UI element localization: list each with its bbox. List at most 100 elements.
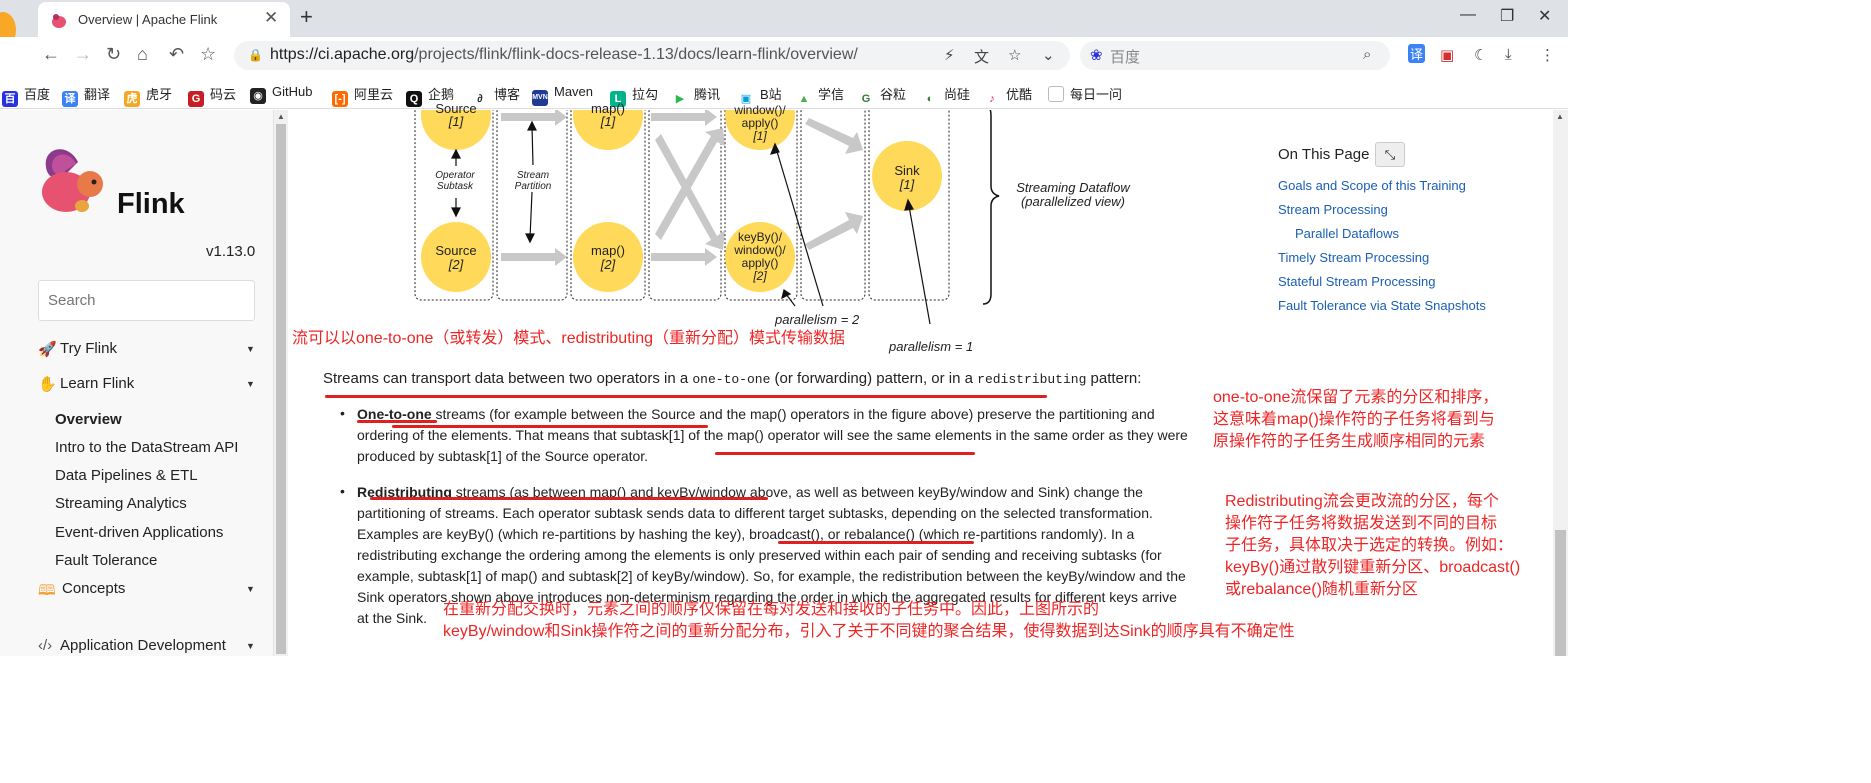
caret-down-icon[interactable]: ▼ [246,344,255,354]
bookmark-tencent[interactable]: ▶ 腾讯 [672,84,720,107]
sidebar-scrollbar[interactable]: ▲ [274,110,288,656]
node-label-map-1: map() [1] [591,101,625,129]
parallelism-2-label: parallelism = 2 [775,312,860,327]
translate-ext-icon[interactable]: 译 [1408,44,1426,63]
forward-icon[interactable]: → [74,44,92,65]
underline-one-to-one-b [392,425,708,428]
toc-link-timely[interactable]: Timely Stream Processing [1278,250,1429,265]
sidebar-item-try-flink[interactable]: 🚀 Try Flink [38,340,117,358]
scroll-up-icon[interactable]: ▲ [1556,112,1564,121]
intro-paragraph: Streams can transport data between two o… [323,370,1142,387]
caret-down-icon[interactable]: ▼ [246,584,255,594]
bookmark-aliyun[interactable]: [-] 阿里云 [332,84,393,107]
bookmark-huya[interactable]: 虎虎牙 [124,84,172,107]
underline-intro [325,395,1047,398]
star-icon[interactable]: ☆ [200,44,216,65]
bookmark-gitee[interactable]: G 码云 [188,84,236,107]
toc-link-stateful[interactable]: Stateful Stream Processing [1278,274,1436,289]
sidebar-item-event-driven[interactable]: Event-driven Applications [55,524,223,541]
search-icon[interactable]: ⌕ [1363,46,1371,63]
sidebar-scrollbar-thumb[interactable] [276,124,286,654]
underline-broadcast [778,541,974,544]
sidebar-item-label: Learn Flink [60,375,135,392]
diagram-svg [414,110,1000,325]
tab-close-icon[interactable]: ✕ [264,8,278,28]
bookmark-xuexin[interactable]: ▲ 学信 [796,84,844,107]
menu-icon[interactable]: ⋮ [1540,46,1555,64]
collapse-toc-button[interactable]: ⤡ [1375,142,1405,167]
page-scrollbar-thumb[interactable] [1555,530,1566,656]
bullet-dot: • [340,405,345,421]
page-scrollbar[interactable]: ▲ [1553,110,1568,656]
undo-icon[interactable]: ↶ [169,44,184,65]
reload-icon[interactable]: ↻ [106,44,121,65]
arrow-key2-sink [805,212,863,250]
download-icon[interactable]: ⤓ [1505,46,1512,63]
baidu-icon: ❀ [1090,47,1103,64]
version-label: v1.13.0 [206,243,256,260]
translate-icon[interactable]: 文 [974,46,989,67]
bookmark-shanggui[interactable]: ◐ 尚硅 [922,84,970,107]
bookmark-fanyi[interactable]: 译翻译 [62,84,110,107]
annotation-one-to-one: one-to-one流保留了元素的分区和排序， 这意味着map()操作符的子任务将… [1213,389,1499,450]
chevron-down-icon[interactable]: ⌄ [1042,46,1055,64]
sidebar-item-learn-flink[interactable]: ✋ Learn Flink [38,375,135,393]
scroll-up-icon[interactable]: ▲ [277,112,285,121]
sidebar-item-label: Try Flink [60,340,117,357]
logo-text: Flink [117,188,185,220]
sidebar-item-data-pipelines[interactable]: Data Pipelines & ETL [55,467,198,484]
tab-title: Overview | Apache Flink [78,12,218,27]
node-label-sink: Sink [1] [894,163,920,192]
bookmark-star-icon[interactable]: ☆ [1008,46,1021,64]
pointer-down-partition [529,191,533,239]
flink-favicon-icon [52,14,66,28]
streaming-dataflow-label: Streaming Dataflow (parallelized view) [1016,180,1130,209]
arrow-map1-key2 [655,134,725,250]
node-label-source-2: Source [2] [435,243,477,272]
flink-squirrel-logo-icon [42,149,103,212]
browser-search-box[interactable]: ❀ 百度 ⌕ [1080,41,1390,70]
dark-mode-icon[interactable]: ☾ [1474,46,1487,64]
toc-link-fault-tolerance[interactable]: Fault Tolerance via State Snapshots [1278,298,1486,313]
dataflow-brace [982,110,1000,305]
sidebar-search-input[interactable] [38,280,255,321]
pointer-parallelism1 [908,205,931,325]
lightning-icon[interactable]: ⚡ [944,46,955,64]
close-window-icon[interactable]: ✕ [1538,6,1551,26]
minimize-icon[interactable]: — [1460,6,1476,24]
pdf-icon[interactable]: ▣ [1440,46,1454,64]
arrow-source2-map2 [501,248,567,266]
caret-down-icon[interactable]: ▼ [246,379,255,389]
annotation-transport: 流可以以one-to-one（或转发）模式、redistributing（重新分… [292,330,845,347]
new-tab-button[interactable]: + [300,4,313,30]
bookmark-daily[interactable]: 每日一问 [1048,84,1122,103]
sidebar-item-streaming-analytics[interactable]: Streaming Analytics [55,495,187,512]
sidebar-item-overview[interactable]: Overview [55,411,122,428]
toc-link-parallel-dataflows[interactable]: Parallel Dataflows [1295,226,1399,241]
book-icon: 🕮 [38,582,56,599]
bookmark-guli[interactable]: G 谷粒 [858,84,906,107]
toc-link-stream-processing[interactable]: Stream Processing [1278,202,1388,217]
bookmark-baidu[interactable]: 百百度 [2,84,50,107]
sidebar-item-label: Concepts [62,580,126,597]
bookmark-github[interactable]: ◉ GitHub [250,84,312,104]
toc-link-goals[interactable]: Goals and Scope of this Training [1278,178,1466,193]
back-icon[interactable]: ← [42,44,60,65]
stream-partition-label: Stream Partition [514,170,552,192]
bullet-dot: • [340,483,345,499]
sidebar-item-concepts[interactable]: 🕮 Concepts [38,580,126,599]
bookmark-youku[interactable]: ♪ 优酷 [984,84,1032,107]
compress-icon: ⤡ [1384,147,1396,162]
arrow-source1-map1 [501,110,567,126]
sidebar-item-application-development[interactable]: ‹/› Application Development [38,637,226,654]
arrow-map1-key1 [651,110,717,126]
home-icon[interactable]: ⌂ [137,44,148,65]
restore-icon[interactable]: ❐ [1500,6,1514,26]
underline-redistributing [370,497,768,500]
browser-tab[interactable]: Overview | Apache Flink ✕ [38,2,290,37]
arrow-map2-key2 [651,248,717,266]
sidebar-item-fault-tolerance[interactable]: Fault Tolerance [55,552,157,569]
caret-down-icon[interactable]: ▼ [246,641,255,651]
node-label-keyby-2: keyBy()/window()/apply() [2] [734,230,786,283]
sidebar-item-intro-datastream[interactable]: Intro to the DataStream API [55,439,238,456]
